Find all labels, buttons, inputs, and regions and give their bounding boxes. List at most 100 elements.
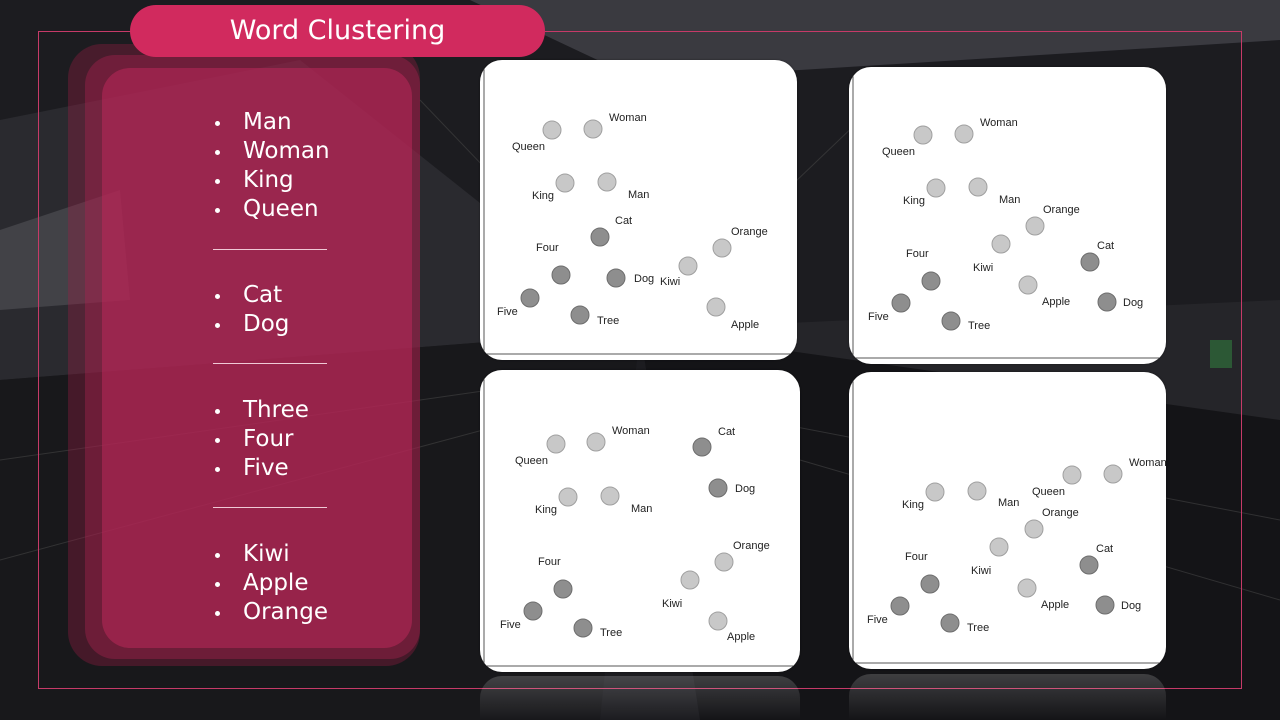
data-point	[597, 172, 617, 192]
word-group-fruits: Kiwi Apple Orange	[213, 540, 413, 627]
data-point	[991, 234, 1011, 254]
word-list: Man Woman King Queen Cat Dog Three Four …	[213, 108, 413, 627]
data-point	[1097, 292, 1117, 312]
data-point	[989, 537, 1009, 557]
data-label: Orange	[1043, 204, 1080, 216]
data-label: Apple	[731, 319, 759, 331]
data-label: Apple	[727, 631, 755, 643]
divider	[213, 249, 327, 250]
data-label: Five	[867, 614, 888, 626]
data-point	[891, 293, 911, 313]
cluster-plot-4: King Man Queen Woman Orange Kiwi Four Cat Apple F…	[849, 372, 1166, 669]
data-point	[553, 579, 573, 599]
data-label: Dog	[634, 273, 654, 285]
data-label: Four	[536, 242, 559, 254]
data-label: Orange	[731, 226, 768, 238]
data-label: King	[535, 504, 557, 516]
data-label: Five	[497, 306, 518, 318]
word-group-numbers: Three Four Five	[213, 396, 413, 483]
data-point	[967, 481, 987, 501]
data-label: Five	[500, 619, 521, 631]
list-item: Three	[213, 396, 413, 425]
data-point	[542, 120, 562, 140]
data-label: Orange	[733, 540, 770, 552]
data-label: King	[903, 195, 925, 207]
data-point	[551, 265, 571, 285]
data-point	[921, 271, 941, 291]
data-point	[520, 288, 540, 308]
data-label: Apple	[1042, 296, 1070, 308]
data-label: Apple	[1041, 599, 1069, 611]
list-item: Woman	[213, 137, 413, 166]
data-label: Cat	[718, 426, 735, 438]
data-point	[606, 268, 626, 288]
data-label: Queen	[1032, 486, 1065, 498]
data-point	[678, 256, 698, 276]
data-label: Tree	[967, 622, 989, 634]
data-point	[706, 297, 726, 317]
data-label: Dog	[1123, 297, 1143, 309]
data-point	[1079, 555, 1099, 575]
list-item: Apple	[213, 569, 413, 598]
cluster-plot-3: Queen Woman Cat King Man Dog Four Orange Kiwi Fiv…	[480, 370, 800, 672]
data-point	[1018, 275, 1038, 295]
word-group-people: Man Woman King Queen	[213, 108, 413, 224]
data-point	[712, 238, 732, 258]
plot-canvas: Queen Woman Cat King Man Dog Four Orange Kiwi Fiv…	[483, 376, 796, 667]
data-label: Cat	[1096, 543, 1113, 555]
data-point	[1103, 464, 1123, 484]
plot-canvas: King Man Queen Woman Orange Kiwi Four Cat Apple F…	[852, 378, 1166, 664]
data-label: Woman	[609, 112, 647, 124]
data-point	[714, 552, 734, 572]
list-item: Kiwi	[213, 540, 413, 569]
data-label: Dog	[735, 483, 755, 495]
data-label: Kiwi	[662, 598, 682, 610]
data-label: Man	[999, 194, 1020, 206]
data-label: Woman	[612, 425, 650, 437]
divider	[213, 363, 327, 364]
data-point	[1062, 465, 1082, 485]
data-label: Man	[631, 503, 652, 515]
list-item: King	[213, 166, 413, 195]
data-label: King	[902, 499, 924, 511]
list-item: Orange	[213, 598, 413, 627]
list-item: Man	[213, 108, 413, 137]
cluster-plot-2: Queen Woman King Man Orange Kiwi Four Cat Apple F…	[849, 67, 1166, 364]
data-point	[1024, 519, 1044, 539]
data-point	[590, 227, 610, 247]
data-point	[708, 478, 728, 498]
data-point	[1017, 578, 1037, 598]
data-label: Woman	[980, 117, 1018, 129]
data-point	[600, 486, 620, 506]
plot-canvas: Queen Woman King Man Orange Kiwi Four Cat Apple F…	[852, 73, 1162, 359]
card-reflection	[849, 674, 1166, 720]
data-label: Tree	[968, 320, 990, 332]
data-label: Orange	[1042, 507, 1079, 519]
data-point	[573, 618, 593, 638]
data-point	[941, 311, 961, 331]
data-point	[546, 434, 566, 454]
data-label: Woman	[1129, 457, 1166, 469]
word-group-animals: Cat Dog	[213, 281, 413, 339]
data-point	[1095, 595, 1115, 615]
data-label: King	[532, 190, 554, 202]
data-point	[968, 177, 988, 197]
data-label: Kiwi	[971, 565, 991, 577]
data-point	[583, 119, 603, 139]
list-item: Cat	[213, 281, 413, 310]
data-label: Dog	[1121, 600, 1141, 612]
data-point	[940, 613, 960, 633]
data-point	[925, 482, 945, 502]
data-label: Tree	[600, 627, 622, 639]
data-label: Kiwi	[660, 276, 680, 288]
list-item: Queen	[213, 195, 413, 224]
data-label: Five	[868, 311, 889, 323]
list-item: Four	[213, 425, 413, 454]
data-point	[1080, 252, 1100, 272]
data-label: Queen	[882, 146, 915, 158]
data-point	[913, 125, 933, 145]
data-label: Kiwi	[973, 262, 993, 274]
data-label: Man	[628, 189, 649, 201]
data-point	[555, 173, 575, 193]
data-label: Queen	[515, 455, 548, 467]
